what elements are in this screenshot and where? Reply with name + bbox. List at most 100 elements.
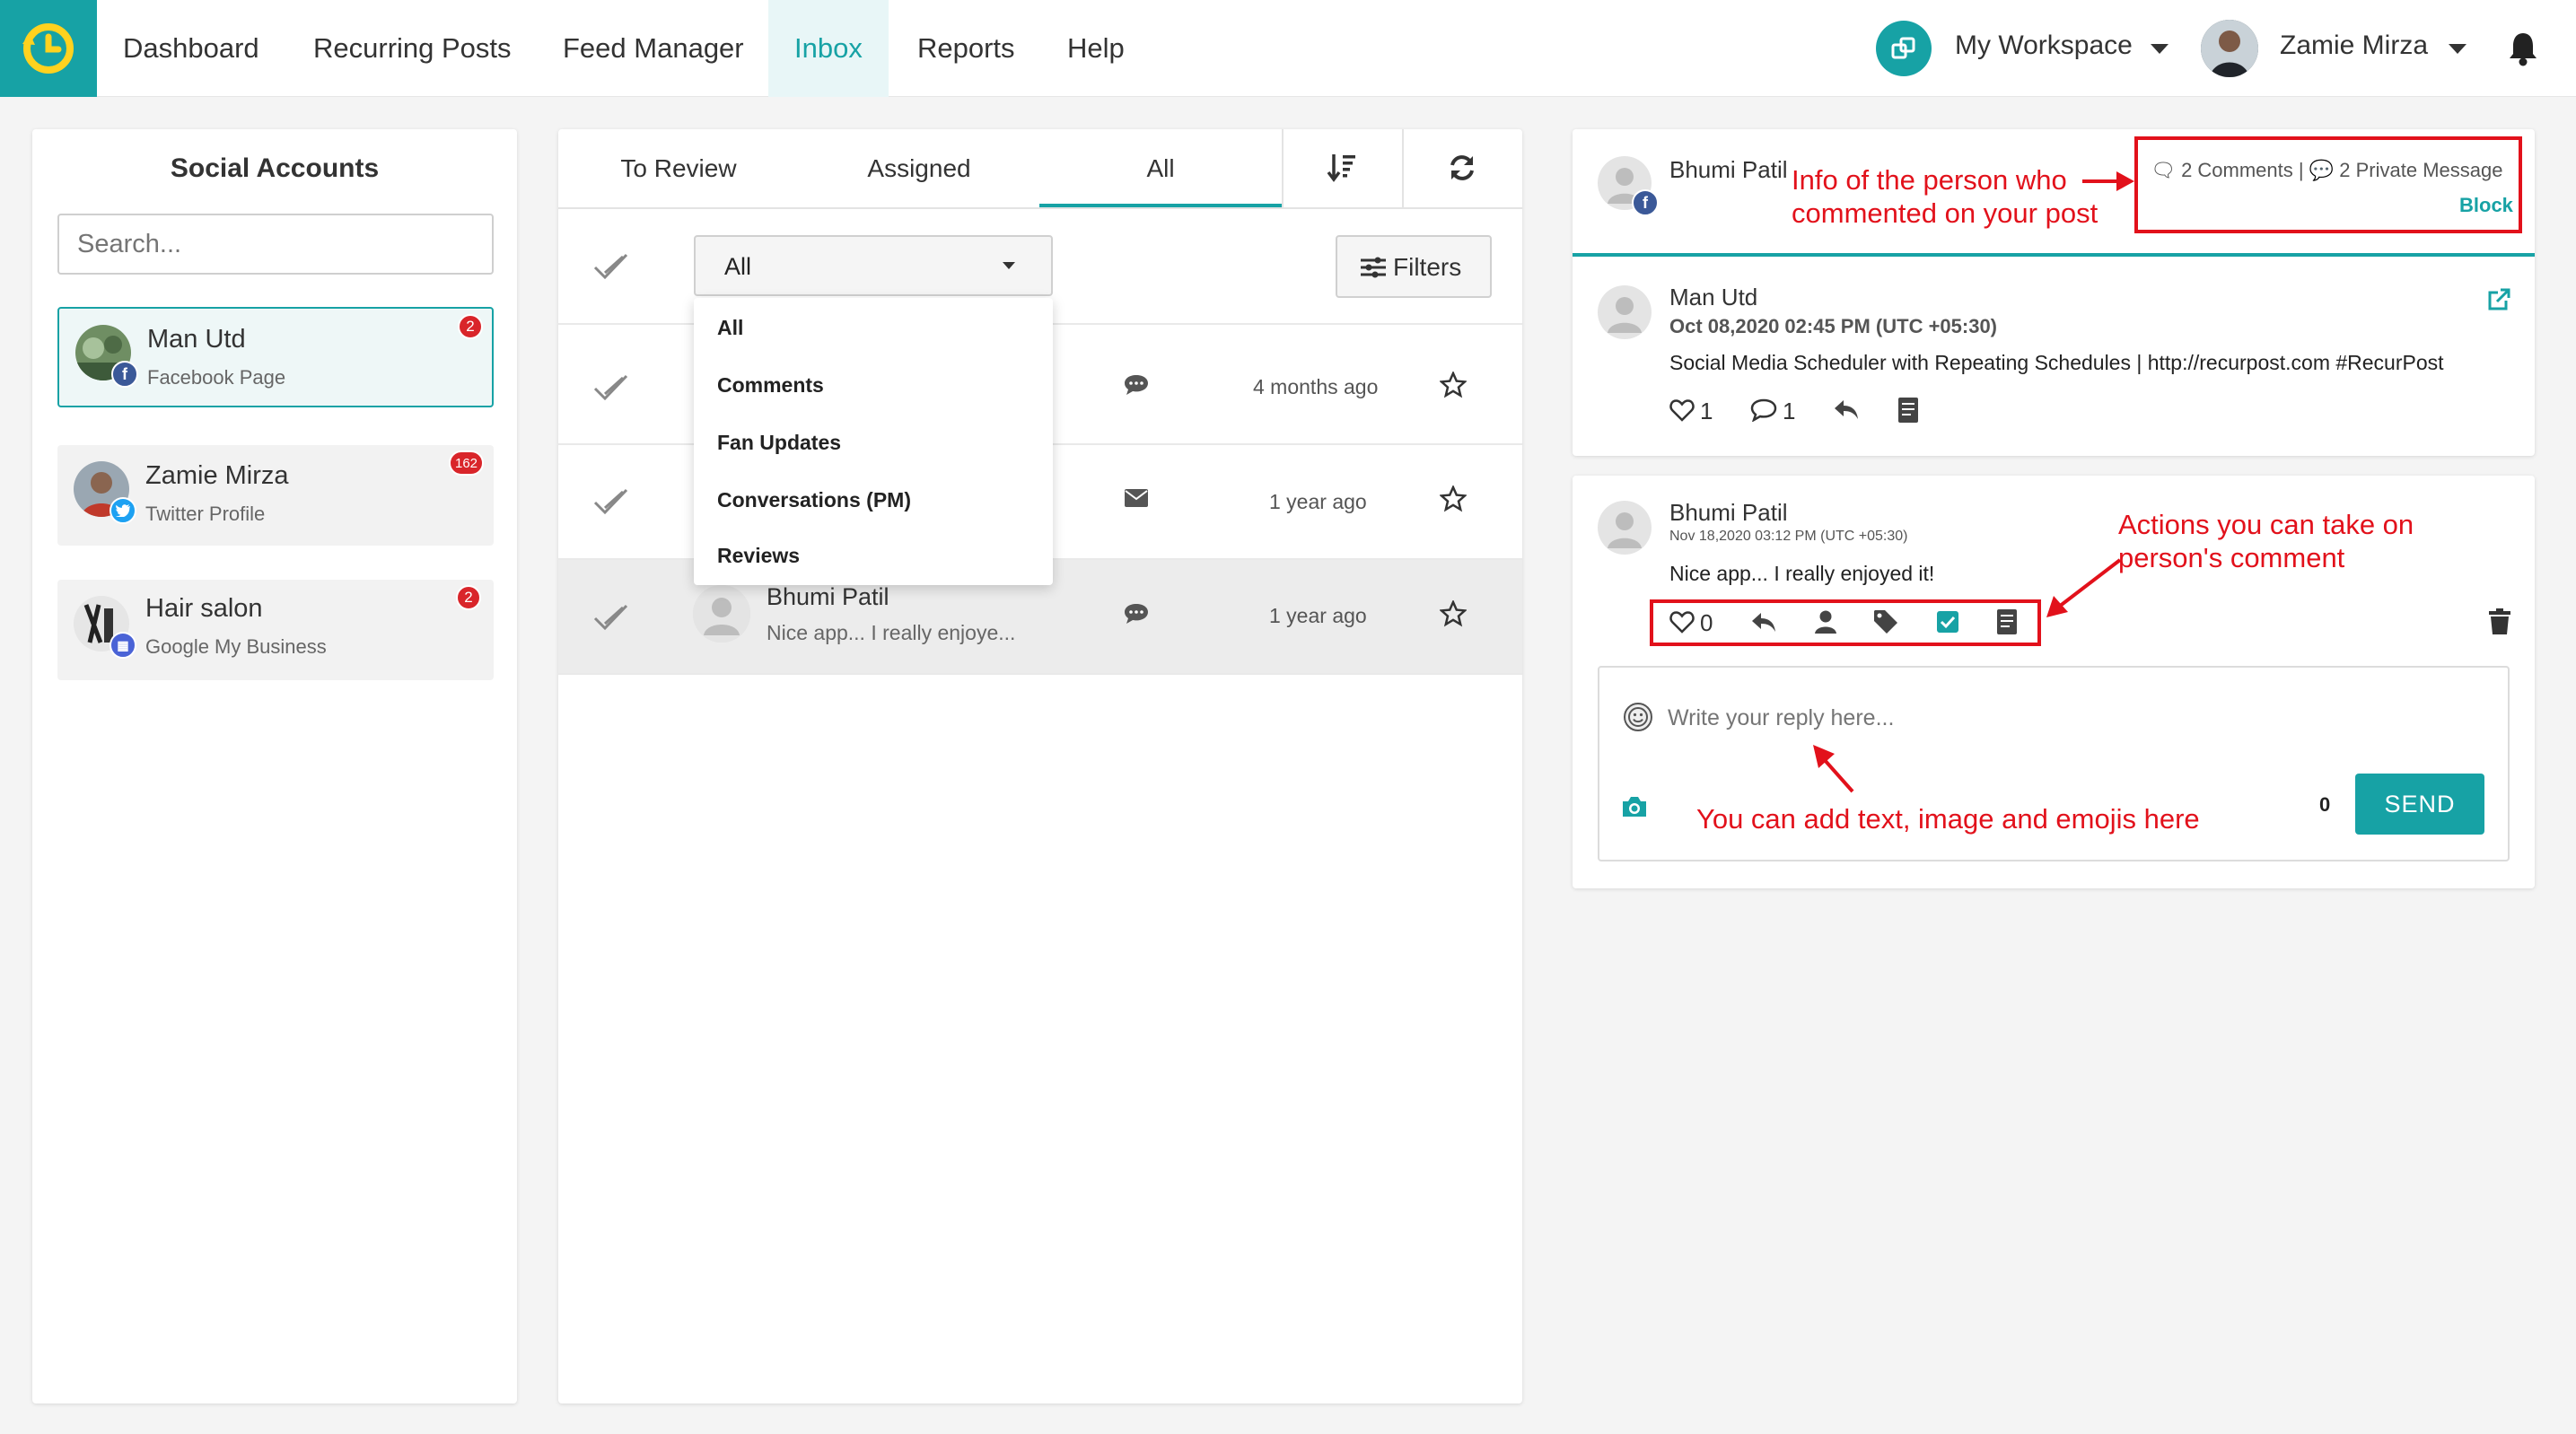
account-card-hair-salon[interactable]: ▦ Hair salon Google My Business 2 <box>57 580 494 680</box>
row-author-name: Bhumi Patil <box>767 583 889 610</box>
nav-dashboard[interactable]: Dashboard <box>97 0 285 97</box>
mark-reviewed-icon[interactable] <box>592 602 632 633</box>
dropdown-option-all[interactable]: All <box>717 316 743 340</box>
account-type: Facebook Page <box>147 366 286 389</box>
comment-icon <box>1125 375 1148 395</box>
heart-icon[interactable] <box>1669 398 1695 422</box>
post-author-name: Man Utd <box>1669 284 1758 310</box>
user-name[interactable]: Zamie Mirza <box>2280 31 2428 61</box>
info-annotation: Info of the person who commented on your… <box>1792 164 2098 229</box>
user-avatar[interactable] <box>2201 20 2258 77</box>
tab-divider <box>1282 129 1284 208</box>
tab-divider <box>1402 129 1404 208</box>
account-name: Man Utd <box>147 325 246 354</box>
account-card-man-utd[interactable]: f Man Utd Facebook Page 2 <box>57 307 494 407</box>
comment-text: Nice app... I really enjoyed it! <box>1669 562 1935 585</box>
post-text: Social Media Scheduler with Repeating Sc… <box>1669 351 2444 374</box>
account-card-zamie-mirza[interactable]: Zamie Mirza Twitter Profile 162 <box>57 445 494 546</box>
send-button[interactable]: SEND <box>2355 774 2484 835</box>
row-preview-text: Nice app... I really enjoye... <box>767 621 1016 644</box>
filters-button[interactable]: Filters <box>1336 235 1492 298</box>
account-search-input[interactable] <box>57 214 494 275</box>
trash-icon[interactable] <box>2488 608 2511 635</box>
post-date: Oct 08,2020 02:45 PM (UTC +05:30) <box>1669 315 1998 337</box>
user-chevron-down-icon[interactable] <box>2449 44 2466 54</box>
filter-type-select[interactable]: All <box>694 235 1053 296</box>
nav-help[interactable]: Help <box>1041 0 1151 97</box>
commenter-avatar <box>693 585 750 643</box>
dropdown-option-reviews[interactable]: Reviews <box>717 544 800 568</box>
sort-icon[interactable] <box>1327 151 1357 183</box>
annotation-arrow-icon <box>2082 171 2134 191</box>
facebook-icon: f <box>1632 189 1659 216</box>
character-count: 0 <box>2319 793 2331 816</box>
row-timestamp: 4 months ago <box>1253 375 1379 398</box>
nav-inbox[interactable]: Inbox <box>768 0 889 97</box>
unread-count-badge: 2 <box>458 314 483 339</box>
workspace-chevron-down-icon[interactable] <box>2151 44 2169 54</box>
recurpost-logo[interactable] <box>0 0 97 97</box>
star-icon[interactable] <box>1440 485 1467 512</box>
bell-icon[interactable] <box>2508 31 2538 66</box>
emoji-icon[interactable] <box>1623 702 1653 732</box>
comment-author-name: Bhumi Patil <box>1669 499 1788 526</box>
post-comment-count: 1 <box>1783 398 1796 424</box>
star-icon[interactable] <box>1440 600 1467 627</box>
filter-type-dropdown: All Comments Fan Updates Conversations (… <box>694 298 1053 585</box>
mark-reviewed-icon[interactable] <box>592 486 632 517</box>
actions-annotation: Actions you can take on person's comment <box>2118 509 2414 573</box>
filter-selected-value: All <box>724 253 752 280</box>
reply-text-input[interactable] <box>1668 698 2475 738</box>
google-my-business-icon: ▦ <box>110 632 136 659</box>
facebook-icon: f <box>111 361 138 388</box>
star-icon[interactable] <box>1440 372 1467 398</box>
clock-logo-icon <box>22 23 74 74</box>
unread-count-badge: 162 <box>449 450 485 476</box>
external-link-icon[interactable] <box>2486 287 2511 312</box>
twitter-icon <box>110 497 136 524</box>
dropdown-option-conversations[interactable]: Conversations (PM) <box>717 488 911 512</box>
refresh-icon[interactable] <box>1447 153 1477 183</box>
tab-to-review[interactable]: To Review <box>558 129 799 208</box>
annotation-arrow-icon <box>1813 745 1854 793</box>
tabs-separator <box>558 207 1522 209</box>
comment-date: Nov 18,2020 03:12 PM (UTC +05:30) <box>1669 529 1908 544</box>
row-timestamp: 1 year ago <box>1269 490 1367 513</box>
reply-icon[interactable] <box>1833 398 1860 422</box>
post-like-count: 1 <box>1700 398 1713 424</box>
dropdown-option-fan-updates[interactable]: Fan Updates <box>717 431 841 455</box>
comment-outline-icon[interactable] <box>1750 398 1777 422</box>
post-author-avatar <box>1598 285 1652 339</box>
row-timestamp: 1 year ago <box>1269 604 1367 627</box>
actions-highlight-box <box>1650 599 2041 646</box>
chevron-down-icon <box>1003 262 1015 269</box>
note-icon[interactable] <box>1897 397 1919 424</box>
dropdown-option-comments[interactable]: Comments <box>717 373 824 398</box>
workspace-selector[interactable]: My Workspace <box>1955 31 2133 61</box>
comment-icon <box>1125 604 1148 624</box>
social-accounts-title: Social Accounts <box>170 153 380 183</box>
commenter-avatar <box>1598 501 1652 555</box>
info-highlight-box <box>2134 136 2522 233</box>
top-navigation: Dashboard Recurring Posts Feed Manager I… <box>0 0 2576 97</box>
tab-all[interactable]: All <box>1039 129 1282 208</box>
account-name: Hair salon <box>145 594 263 623</box>
nav-reports[interactable]: Reports <box>891 0 1041 97</box>
tab-assigned[interactable]: Assigned <box>799 129 1039 208</box>
commenter-name[interactable]: Bhumi Patil <box>1669 156 1788 184</box>
workspace-switch-icon[interactable] <box>1876 21 1932 76</box>
filters-label: Filters <box>1393 253 1462 281</box>
mark-reviewed-icon[interactable] <box>592 372 632 403</box>
nav-recurring-posts[interactable]: Recurring Posts <box>287 0 538 97</box>
reply-annotation: You can add text, image and emojis here <box>1696 803 2200 835</box>
header-divider <box>1573 253 2535 257</box>
account-type: Google My Business <box>145 635 327 658</box>
unread-count-badge: 2 <box>456 585 481 610</box>
nav-feed-manager[interactable]: Feed Manager <box>537 0 770 97</box>
select-all-check-icon[interactable] <box>592 251 632 282</box>
sliders-icon <box>1361 257 1386 278</box>
envelope-icon <box>1125 489 1148 507</box>
account-type: Twitter Profile <box>145 503 266 525</box>
camera-icon[interactable] <box>1621 795 1648 818</box>
account-name: Zamie Mirza <box>145 461 289 490</box>
